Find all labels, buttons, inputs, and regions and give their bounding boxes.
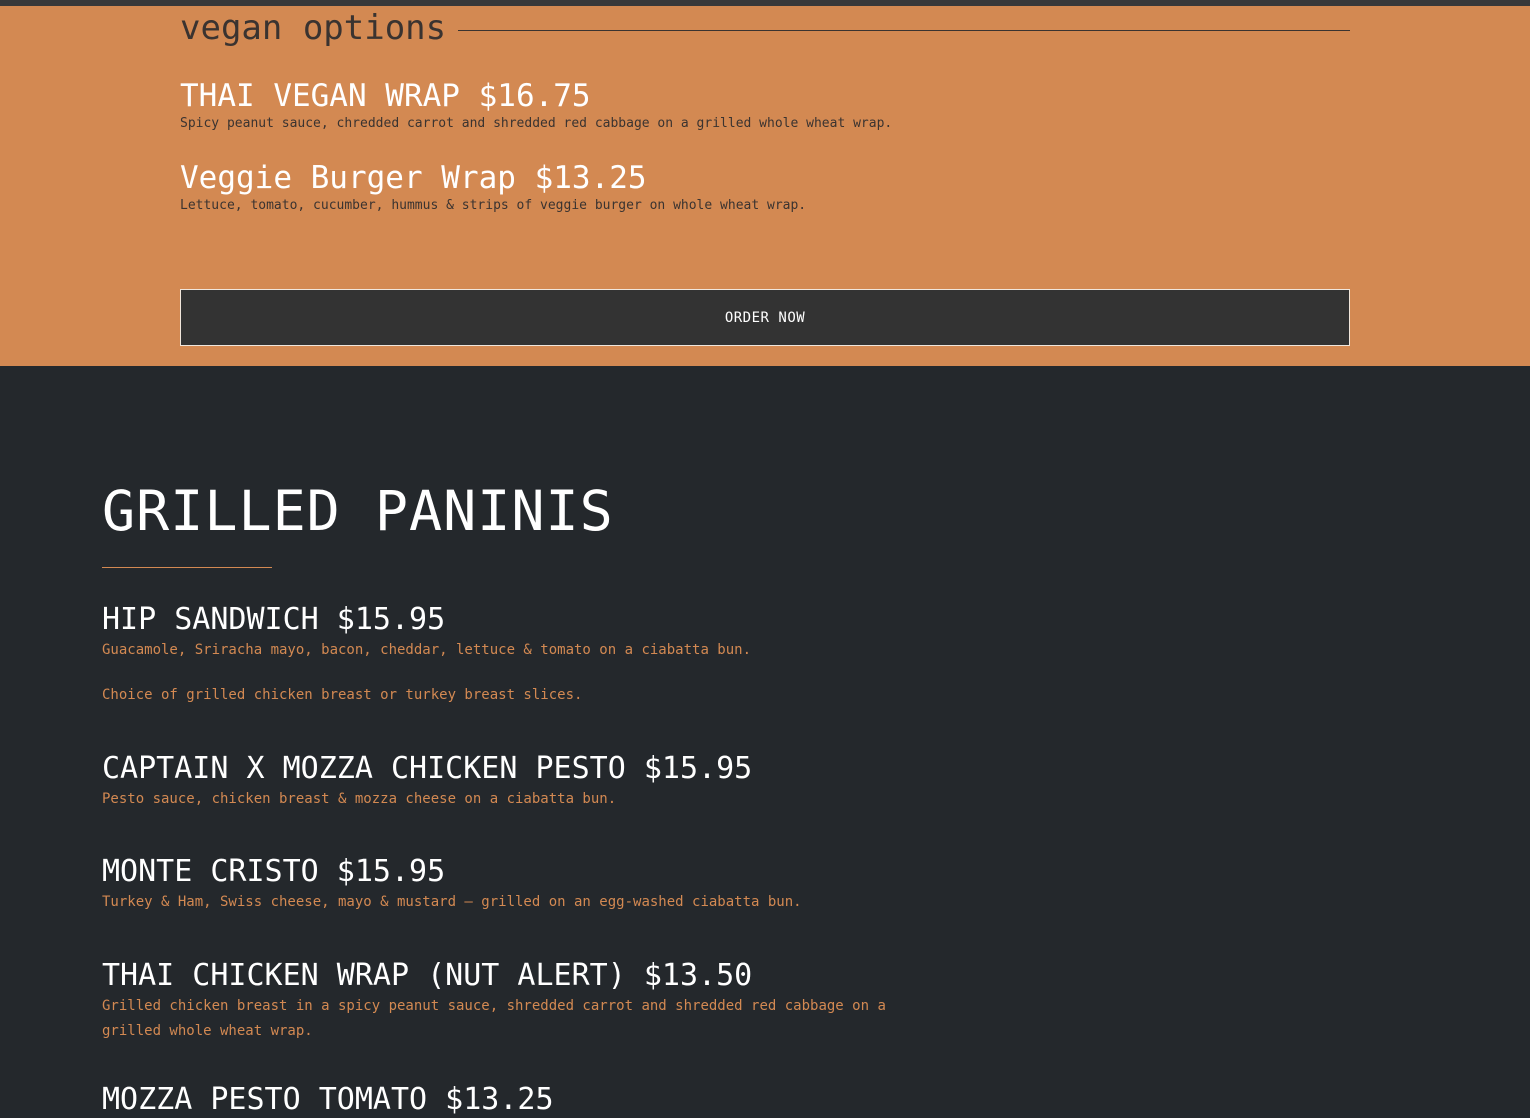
menu-item-note: Choice of grilled chicken breast or turk… [102, 687, 583, 703]
menu-item: MOZZA PESTO TOMATO $13.25 [102, 1082, 902, 1118]
section-divider [102, 567, 272, 568]
menu-item-name: MONTE CRISTO $15.95 [102, 854, 446, 889]
section-title: GRILLED PANINIS [102, 479, 614, 543]
vegan-title: vegan options [180, 8, 447, 48]
menu-item-description: Grilled chicken breast in a spicy peanut… [102, 998, 886, 1039]
menu-item-description: Lettuce, tomato, cucumber, hummus & stri… [180, 198, 807, 213]
menu-item: Veggie Burger Wrap $13.25 Lettuce, tomat… [180, 159, 806, 215]
vegan-divider [458, 29, 1350, 31]
menu-item-name: HIP SANDWICH $15.95 [102, 602, 446, 637]
menu-item-description: Spicy peanut sauce, chredded carrot and … [180, 116, 893, 131]
menu-item-name: THAI VEGAN WRAP $16.75 [180, 78, 591, 114]
menu-item-description: Turkey & Ham, Swiss cheese, mayo & musta… [102, 894, 802, 910]
menu-item-name: Veggie Burger Wrap $13.25 [180, 160, 647, 196]
menu-item: CAPTAIN X MOZZA CHICKEN PESTO $15.95 Pes… [102, 751, 902, 812]
menu-item: THAI CHICKEN WRAP (NUT ALERT) $13.50 Gri… [102, 958, 902, 1044]
menu-item: MONTE CRISTO $15.95 Turkey & Ham, Swiss … [102, 854, 902, 915]
menu-item: THAI VEGAN WRAP $16.75 Spicy peanut sauc… [180, 77, 892, 133]
vegan-heading: vegan options [180, 8, 1350, 48]
menu-item-name: CAPTAIN X MOZZA CHICKEN PESTO $15.95 [102, 751, 753, 786]
menu-item-name: MOZZA PESTO TOMATO $13.25 [102, 1082, 554, 1117]
menu-item-description: Guacamole, Sriracha mayo, bacon, cheddar… [102, 642, 752, 658]
menu-item: HIP SANDWICH $15.95 Guacamole, Sriracha … [102, 602, 902, 708]
menu-item-description: Pesto sauce, chicken breast & mozza chee… [102, 791, 617, 807]
menu-item-name: THAI CHICKEN WRAP (NUT ALERT) $13.50 [102, 958, 753, 993]
order-now-button[interactable]: ORDER NOW [180, 289, 1350, 346]
